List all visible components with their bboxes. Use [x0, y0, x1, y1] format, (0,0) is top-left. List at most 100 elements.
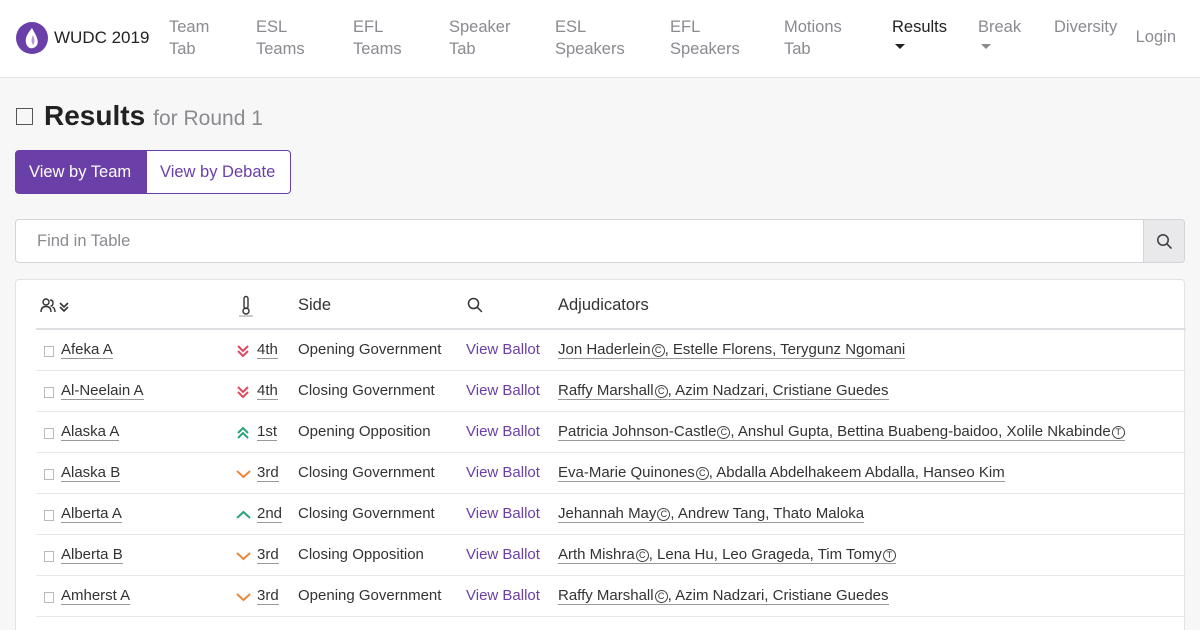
team-name-link[interactable]: Alberta A [61, 505, 122, 523]
chair-name: Jehannah May [558, 505, 657, 522]
caret-down-icon [981, 44, 991, 49]
trainee-marker-icon: T [882, 549, 896, 562]
nav-label: ESL [555, 18, 587, 36]
view-by-debate-button[interactable]: View by Debate [146, 150, 291, 194]
nav-label: ESL [256, 18, 288, 36]
login-link[interactable]: Login [1136, 28, 1176, 47]
team-rank[interactable]: 3rd [257, 587, 279, 605]
nav-results-dropdown[interactable]: Results [892, 16, 947, 49]
team-side: Opening Opposition [298, 423, 431, 440]
chair-name: Jon Haderlein [558, 341, 651, 358]
view-ballot-link[interactable]: View Ballot [466, 341, 540, 358]
chair-name: Arth Mishra [558, 546, 635, 563]
nav-label: EFL [353, 18, 384, 36]
nav-esl-teams[interactable]: ESL Teams [256, 16, 305, 60]
nav-break-dropdown[interactable]: Break [978, 16, 1021, 49]
nav-label: Speaker [449, 18, 511, 36]
brand-title: WUDC 2019 [54, 28, 150, 47]
table-header: Side Adjudicators [36, 280, 1186, 330]
view-ballot-link[interactable]: View Ballot [466, 464, 540, 481]
adjudicator-list[interactable]: Arth Mishra C, Lena Hu, Leo Grageda, Tim … [558, 546, 896, 564]
chair-name: Eva-Marie Quinones [558, 464, 695, 481]
table-row: Alberta B 3rd Closing Opposition View Ballo… [36, 535, 1186, 576]
team-rank[interactable]: 2nd [257, 505, 283, 523]
chair-marker-icon: C [695, 467, 709, 480]
search-icon [1156, 233, 1172, 249]
panel-names: , Lena Hu, Leo Grageda, Tim Tomy [648, 546, 882, 563]
chevron-down-icon [236, 549, 251, 568]
nav-label: Speakers [670, 40, 740, 58]
nav-efl-speakers[interactable]: EFL Speakers [670, 16, 740, 60]
team-rank[interactable]: 4th [257, 382, 278, 400]
chair-name: Patricia Johnson-Castle [558, 423, 717, 440]
view-by-team-button[interactable]: View by Team [15, 150, 146, 194]
team-side: Closing Opposition [298, 546, 424, 563]
view-ballot-link[interactable]: View Ballot [466, 587, 540, 604]
adjudicators-column-header[interactable]: Adjudicators [558, 296, 649, 315]
search-button[interactable] [1143, 219, 1185, 263]
chair-marker-icon: C [717, 426, 731, 439]
view-ballot-link[interactable]: View Ballot [466, 546, 540, 563]
nav-label: Teams [256, 40, 305, 58]
team-name-link[interactable]: Alberta B [61, 546, 123, 564]
chevron-down-icon [236, 467, 251, 486]
table-row: Alaska A 1st Opening Opposition View Ballot… [36, 412, 1186, 453]
nav-label: Tab [784, 40, 811, 58]
page-title: Results [44, 100, 146, 131]
adjudicator-list[interactable]: Patricia Johnson-Castle C, Anshul Gupta, … [558, 423, 1125, 441]
nav-diversity[interactable]: Diversity [1054, 16, 1117, 38]
view-toggle: View by Team View by Debate [15, 150, 291, 194]
adjudicator-list[interactable]: Raffy Marshall C, Azim Nadzari, Cristiane… [558, 382, 889, 400]
chevron-down-icon [236, 590, 251, 609]
view-ballot-link[interactable]: View Ballot [466, 505, 540, 522]
brand-link[interactable]: WUDC 2019 [16, 22, 149, 54]
nav-motions-tab[interactable]: Motions Tab [784, 16, 842, 60]
nav-speaker-tab[interactable]: Speaker Tab [449, 16, 510, 60]
chair-marker-icon: C [654, 385, 668, 398]
page-subtitle: for Round 1 [153, 107, 263, 130]
team-side: Closing Government [298, 382, 435, 399]
row-checkbox-icon [44, 510, 54, 521]
row-checkbox-icon [44, 551, 54, 562]
view-ballot-link[interactable]: View Ballot [466, 423, 540, 440]
page-header: Results for Round 1 [16, 100, 263, 132]
team-name-link[interactable]: Amherst A [61, 587, 131, 605]
nav-team-tab[interactable]: Team Tab [169, 16, 209, 60]
team-rank[interactable]: 4th [257, 341, 278, 359]
panel-names: , Azim Nadzari, Cristiane Guedes [667, 382, 889, 399]
thermometer-icon[interactable] [239, 295, 253, 322]
find-in-table-input[interactable] [15, 219, 1144, 263]
adjudicator-list[interactable]: Jehannah May C, Andrew Tang, Thato Maloka [558, 505, 865, 523]
adjudicator-list[interactable]: Raffy Marshall C, Azim Nadzari, Cristiane… [558, 587, 889, 605]
table-row: Amherst A 3rd Opening Government View Ballo… [36, 576, 1186, 617]
adjudicator-list[interactable]: Eva-Marie Quinones C, Abdalla Abdelhakeem… [558, 464, 1005, 482]
team-rank[interactable]: 3rd [257, 546, 279, 564]
adjudicator-list[interactable]: Jon Haderlein C, Estelle Florens, Terygun… [558, 341, 906, 359]
row-checkbox-icon [44, 469, 54, 480]
team-name-link[interactable]: Alaska B [61, 464, 121, 482]
tabbycat-logo-icon [16, 22, 48, 54]
nav-efl-teams[interactable]: EFL Teams [353, 16, 402, 60]
team-side: Closing Government [298, 464, 435, 481]
row-checkbox-icon [44, 428, 54, 439]
team-name-link[interactable]: Al-Neelain A [61, 382, 144, 400]
nav-label: Tab [449, 40, 476, 58]
nav-label: Tab [169, 40, 196, 58]
table-row: Alaska B 3rd Closing Government View Ballot… [36, 453, 1186, 494]
panel-names: , Andrew Tang, Thato Maloka [670, 505, 865, 522]
side-column-header[interactable]: Side [298, 296, 331, 315]
navbar: WUDC 2019 Team Tab ESL Teams EFL Teams S… [0, 0, 1200, 78]
team-side: Closing Government [298, 505, 435, 522]
team-rank[interactable]: 1st [257, 423, 278, 441]
team-rank[interactable]: 3rd [257, 464, 279, 482]
team-name-link[interactable]: Alaska A [61, 423, 120, 441]
nav-label: Speakers [555, 40, 625, 58]
view-ballot-link[interactable]: View Ballot [466, 382, 540, 399]
chair-marker-icon: C [654, 590, 668, 603]
trainee-marker-icon: T [1111, 426, 1125, 439]
nav-esl-speakers[interactable]: ESL Speakers [555, 16, 625, 60]
team-name-link[interactable]: Afeka A [61, 341, 113, 359]
panel-names: , Abdalla Abdelhakeem Abdalla, Hanseo Ki… [708, 464, 1005, 481]
team-sort-icon[interactable] [40, 297, 72, 320]
ballot-search-icon[interactable] [467, 297, 483, 318]
